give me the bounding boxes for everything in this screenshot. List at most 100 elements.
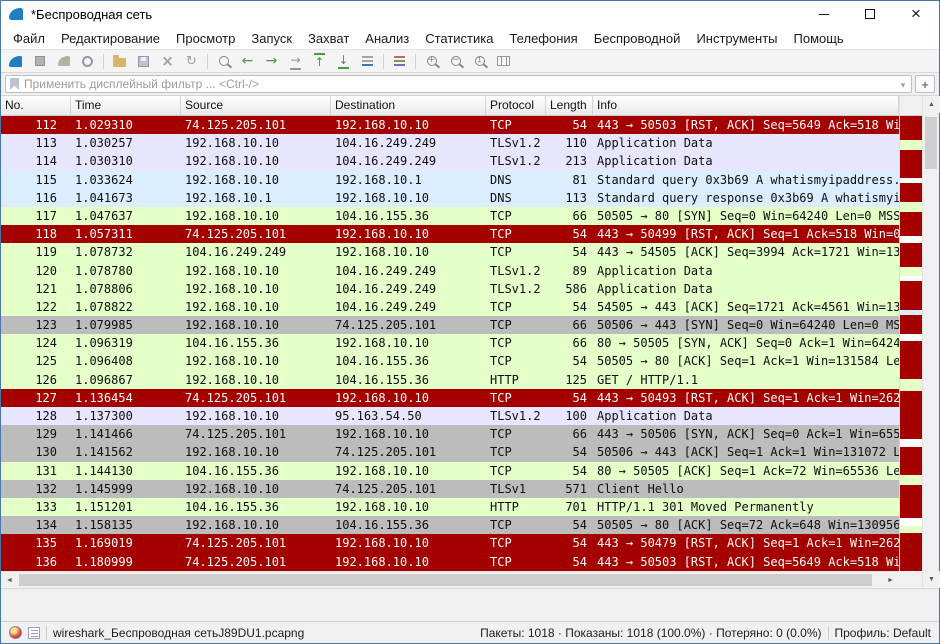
time-cell: 1.141562 — [71, 443, 181, 461]
go-first-button[interactable] — [308, 50, 331, 72]
info-cell: 443 → 50506 [SYN, ACK] Seq=0 Ack=1 Win=6… — [593, 425, 899, 443]
menu-item[interactable]: Редактирование — [53, 31, 168, 46]
menu-item[interactable]: Запуск — [243, 31, 300, 46]
column-header-info[interactable]: Info — [593, 96, 899, 115]
horizontal-scrollbar-track[interactable] — [18, 572, 882, 588]
go-forward-button[interactable] — [260, 50, 283, 72]
destination-cell: 192.168.10.1 — [331, 171, 486, 189]
reload-file-button[interactable] — [180, 50, 203, 72]
time-cell: 1.141466 — [71, 425, 181, 443]
capture-options-button[interactable] — [76, 50, 99, 72]
colorize-button[interactable] — [388, 50, 411, 72]
vertical-scrollbar-thumb[interactable] — [925, 117, 937, 169]
length-cell: 66 — [546, 316, 593, 334]
packet-row[interactable]: 1241.096319104.16.155.36192.168.10.10TCP… — [1, 334, 899, 352]
packet-row[interactable]: 1291.14146674.125.205.101192.168.10.10TC… — [1, 425, 899, 443]
stop-capture-button[interactable] — [28, 50, 51, 72]
packet-row[interactable]: 1141.030310192.168.10.10104.16.249.249TL… — [1, 152, 899, 170]
scroll-up-icon[interactable] — [923, 96, 940, 113]
zoom-reset-button[interactable] — [468, 50, 491, 72]
filter-history-dropdown-icon[interactable] — [895, 75, 911, 93]
minimize-button[interactable] — [801, 1, 847, 27]
resize-columns-button[interactable] — [492, 50, 515, 72]
vertical-scrollbar[interactable] — [922, 96, 939, 588]
save-file-button[interactable] — [132, 50, 155, 72]
profile-label[interactable]: Профиль: Default — [835, 626, 932, 640]
horizontal-scrollbar-thumb[interactable] — [19, 574, 872, 586]
menu-item[interactable]: Помощь — [786, 31, 852, 46]
packet-row[interactable]: 1211.078806192.168.10.10104.16.249.249TL… — [1, 280, 899, 298]
restart-capture-button[interactable] — [52, 50, 75, 72]
no-cell: 117 — [1, 207, 71, 225]
packet-row[interactable]: 1251.096408192.168.10.10104.16.155.36TCP… — [1, 352, 899, 370]
menu-item[interactable]: Файл — [5, 31, 53, 46]
menu-item[interactable]: Телефония — [501, 31, 585, 46]
packet-row[interactable]: 1151.033624192.168.10.10192.168.10.1DNS8… — [1, 171, 899, 189]
column-header-no[interactable]: No. — [1, 96, 71, 115]
status-bar: wireshark_Беспроводная сетьJ89DU1.pcapng… — [1, 621, 939, 643]
filter-bookmark-icon[interactable] — [10, 78, 19, 90]
horizontal-scrollbar[interactable] — [1, 571, 899, 588]
packet-row[interactable]: 1341.158135192.168.10.10104.16.155.36TCP… — [1, 516, 899, 534]
destination-cell: 104.16.249.249 — [331, 280, 486, 298]
source-cell: 192.168.10.10 — [181, 152, 331, 170]
close-button[interactable] — [893, 1, 939, 27]
vertical-scrollbar-track[interactable] — [923, 113, 939, 571]
packet-row[interactable]: 1171.047637192.168.10.10104.16.155.36TCP… — [1, 207, 899, 225]
menu-item[interactable]: Захват — [300, 31, 357, 46]
expert-info-icon[interactable] — [9, 626, 22, 639]
zoom-out-button[interactable] — [444, 50, 467, 72]
packet-row[interactable]: 1271.13645474.125.205.101192.168.10.10TC… — [1, 389, 899, 407]
packet-row[interactable]: 1311.144130104.16.155.36192.168.10.10TCP… — [1, 462, 899, 480]
auto-scroll-button[interactable] — [356, 50, 379, 72]
packet-row[interactable]: 1231.079985192.168.10.1074.125.205.101TC… — [1, 316, 899, 334]
column-header-protocol[interactable]: Protocol — [486, 96, 546, 115]
menu-item[interactable]: Просмотр — [168, 31, 243, 46]
packet-row[interactable]: 1131.030257192.168.10.10104.16.249.249TL… — [1, 134, 899, 152]
packet-row[interactable]: 1301.141562192.168.10.1074.125.205.101TC… — [1, 443, 899, 461]
start-capture-button[interactable] — [4, 50, 27, 72]
packet-row[interactable]: 1161.041673192.168.10.1192.168.10.10DNS1… — [1, 189, 899, 207]
destination-cell: 104.16.155.36 — [331, 371, 486, 389]
packet-row[interactable]: 1191.078732104.16.249.249192.168.10.10TC… — [1, 243, 899, 261]
packet-row[interactable]: 1331.151201104.16.155.36192.168.10.10HTT… — [1, 498, 899, 516]
capture-comment-icon[interactable] — [28, 627, 40, 639]
column-header-time[interactable]: Time — [71, 96, 181, 115]
go-to-packet-button[interactable] — [284, 50, 307, 72]
column-header-length[interactable]: Length — [546, 96, 593, 115]
time-cell: 1.030310 — [71, 152, 181, 170]
packet-row[interactable]: 1321.145999192.168.10.1074.125.205.101TL… — [1, 480, 899, 498]
menu-item[interactable]: Анализ — [357, 31, 417, 46]
maximize-button[interactable] — [847, 1, 893, 27]
column-header-destination[interactable]: Destination — [331, 96, 486, 115]
open-file-button[interactable] — [108, 50, 131, 72]
packet-row[interactable]: 1351.16901974.125.205.101192.168.10.10TC… — [1, 534, 899, 552]
go-back-button[interactable] — [236, 50, 259, 72]
scroll-right-icon[interactable] — [882, 572, 899, 589]
destination-cell: 192.168.10.10 — [331, 334, 486, 352]
packet-row[interactable]: 1181.05731174.125.205.101192.168.10.10TC… — [1, 225, 899, 243]
no-cell: 124 — [1, 334, 71, 352]
packet-row[interactable]: 1361.18099974.125.205.101192.168.10.10TC… — [1, 553, 899, 571]
packet-row[interactable]: 1221.078822192.168.10.10104.16.249.249TC… — [1, 298, 899, 316]
menu-item[interactable]: Инструменты — [688, 31, 785, 46]
packet-row[interactable]: 1121.02931074.125.205.101192.168.10.10TC… — [1, 116, 899, 134]
scroll-left-icon[interactable] — [1, 572, 18, 589]
display-filter-input[interactable] — [19, 77, 895, 91]
source-cell: 74.125.205.101 — [181, 425, 331, 443]
scroll-down-icon[interactable] — [923, 571, 940, 588]
close-file-button[interactable] — [156, 50, 179, 72]
add-filter-button[interactable]: + — [915, 75, 935, 93]
packet-row[interactable]: 1281.137300192.168.10.1095.163.54.50TLSv… — [1, 407, 899, 425]
packet-row[interactable]: 1261.096867192.168.10.10104.16.155.36HTT… — [1, 371, 899, 389]
zoom-in-button[interactable] — [420, 50, 443, 72]
go-last-button[interactable] — [332, 50, 355, 72]
menu-item[interactable]: Беспроводной — [586, 31, 689, 46]
intelligent-scrollbar-minimap[interactable] — [899, 116, 922, 571]
info-cell: Application Data — [593, 407, 899, 425]
packet-row[interactable]: 1201.078780192.168.10.10104.16.249.249TL… — [1, 262, 899, 280]
column-header-source[interactable]: Source — [181, 96, 331, 115]
find-packet-button[interactable] — [212, 50, 235, 72]
destination-cell: 104.16.155.36 — [331, 207, 486, 225]
menu-item[interactable]: Статистика — [417, 31, 501, 46]
